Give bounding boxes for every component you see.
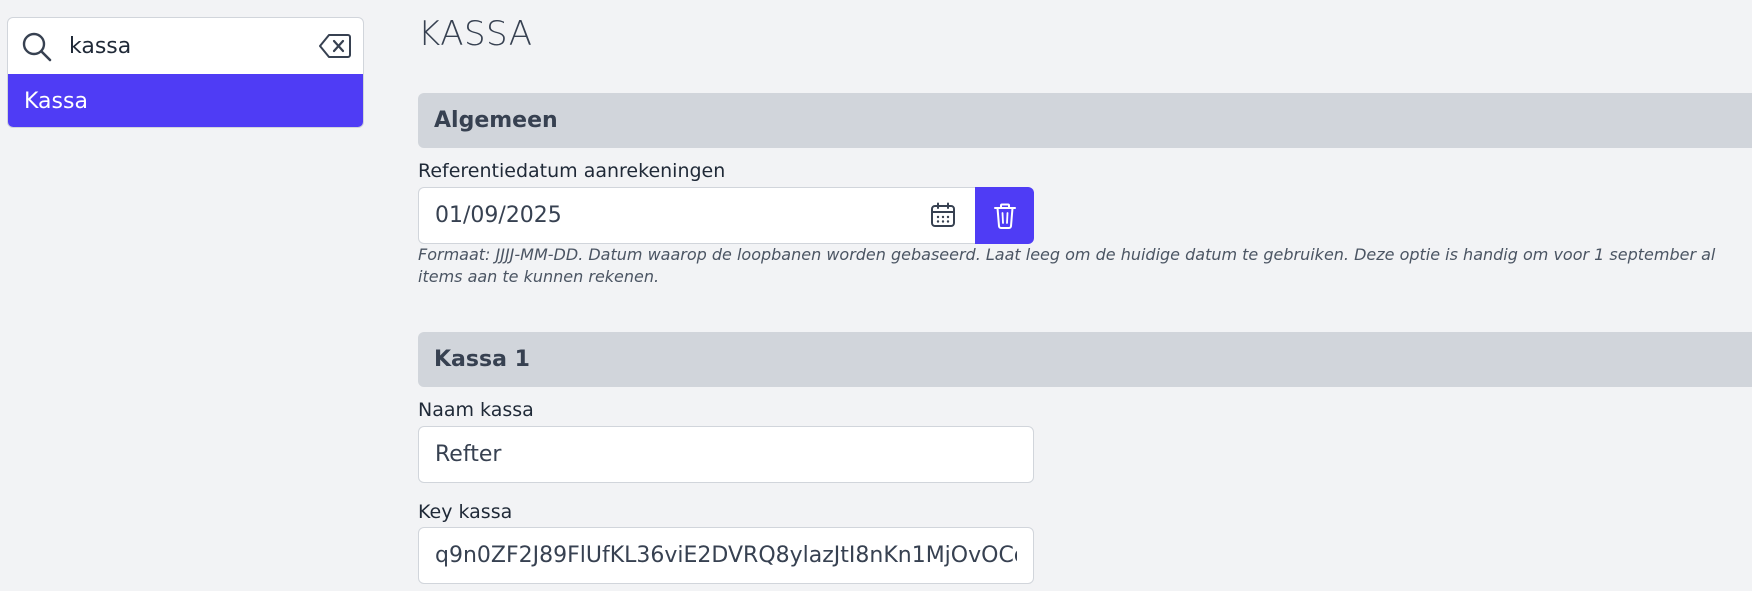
clear-date-button[interactable]: [975, 187, 1034, 244]
search-icon: [22, 32, 52, 62]
reference-date-help: Formaat: JJJJ-MM-DD. Datum waarop de loo…: [418, 245, 1716, 286]
backspace-icon[interactable]: [319, 33, 351, 59]
kassa-key-label: Key kassa: [418, 501, 513, 523]
reference-date-label: Referentiedatum aanrekeningen: [418, 160, 726, 182]
kassa-name-label: Naam kassa: [418, 399, 534, 421]
search-result-kassa[interactable]: Kassa: [8, 74, 363, 127]
search-input[interactable]: [63, 28, 313, 64]
section-header-kassa-1: Kassa 1: [418, 332, 1752, 387]
reference-date-input[interactable]: [418, 187, 975, 244]
kassa-name-input[interactable]: [418, 426, 1034, 483]
trash-icon: [993, 203, 1016, 229]
sidebar-search-card: Kassa: [7, 17, 364, 128]
page-title: KASSA: [418, 14, 533, 54]
kassa-key-input[interactable]: [418, 527, 1034, 584]
section-header-algemeen: Algemeen: [418, 93, 1752, 148]
search-row: [8, 18, 363, 74]
calendar-icon[interactable]: [930, 202, 956, 228]
